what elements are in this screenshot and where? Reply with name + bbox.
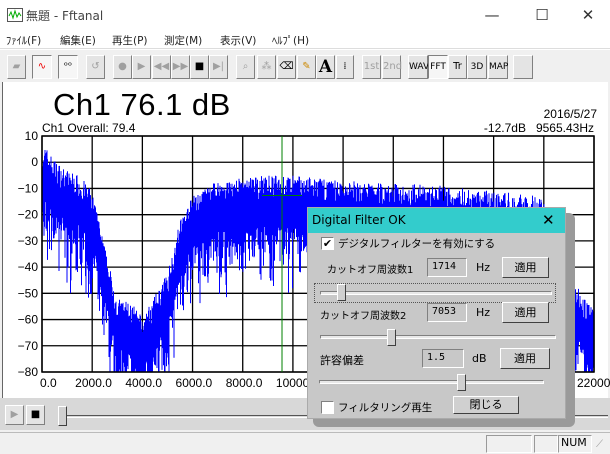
dialog-title: Digital Filter OK [312, 213, 406, 227]
text-icon[interactable]: A [316, 55, 335, 79]
menu-help[interactable]: ﾍﾙﾌﾟ(H) [272, 33, 309, 48]
menu-file[interactable]: ﾌｧｲﾙ(F) [6, 33, 41, 48]
enable-filter-label: デジタルフィルターを有効にする [338, 238, 496, 250]
date: 2016/5/27 [543, 107, 597, 121]
tr-button[interactable]: Tr [448, 55, 467, 79]
stop-icon[interactable]: ■ [190, 55, 209, 79]
menu-play[interactable]: 再生(P) [112, 33, 148, 48]
num-lock-indicator: NUM [558, 435, 592, 453]
x-tick-label: 2000.0 [75, 376, 112, 390]
glasses-icon[interactable]: ᵒᵒ [58, 55, 78, 79]
map-button[interactable]: MAP [488, 55, 508, 79]
menu-bar: ﾌｧｲﾙ(F) 編集(E) 再生(P) 測定(M) 表示(V) ﾍﾙﾌﾟ(H) [0, 30, 610, 49]
y-tick-label: −30 [18, 234, 39, 248]
enable-filter-checkbox[interactable]: ✔ [321, 237, 334, 250]
y-tick-label: −70 [18, 339, 39, 353]
dialog-title-bar[interactable]: Digital Filter OK ✕ [308, 208, 565, 233]
filter-playback-checkbox[interactable] [321, 401, 334, 414]
apply-cutoff1-button[interactable]: 適用 [502, 257, 549, 278]
brush-icon[interactable]: ⁂ [257, 55, 276, 79]
status-pane [534, 435, 558, 453]
y-tick-label: 0 [31, 155, 38, 169]
x-tick-label: 4000.0 [125, 376, 162, 390]
x-tick-label: 8000.0 [226, 376, 263, 390]
y-tick-label: 10 [25, 130, 39, 143]
menu-view[interactable]: 表示(V) [220, 33, 256, 48]
tolerance-input[interactable]: 1.5 [422, 349, 464, 368]
y-tick-label: −60 [18, 313, 39, 327]
cutoff1-label: カットオフ周波数1 [327, 265, 414, 276]
cutoff2-label: カットオフ周波数2 [320, 311, 407, 322]
fft-button[interactable]: FFT [428, 55, 448, 79]
minimize-button[interactable]: — [472, 4, 512, 26]
grid-icon[interactable]: ⁞ [336, 55, 354, 79]
cutoff1-input[interactable]: 1714 [427, 258, 467, 277]
status-bar: NUM ⟋ [0, 432, 610, 454]
toolbar: ▰ ∿ ᵒᵒ ↺ ● ▶ ◀◀ ▶▶ ■ ▶| ⌕ ⁂ ⌫ ✎ A ⁞ 1st … [0, 49, 610, 82]
close-button[interactable]: ✕ [568, 4, 608, 26]
stop-icon[interactable]: ■ [26, 405, 45, 425]
wav-button[interactable]: WAV [408, 55, 429, 79]
cutoff2-slider-thumb[interactable] [386, 329, 396, 346]
pencil-icon[interactable]: ✎ [297, 55, 316, 79]
waveform-icon[interactable]: ∿ [32, 55, 52, 79]
open-icon[interactable]: ▰ [7, 55, 26, 79]
second-button[interactable]: 2nd [382, 55, 402, 79]
y-tick-label: −20 [18, 208, 39, 222]
dialog-close-icon[interactable]: ✕ [542, 211, 555, 229]
cutoff1-slider-thumb[interactable] [336, 284, 346, 301]
tolerance-label: 許容偏差 [320, 354, 364, 367]
skip-icon[interactable]: ▶| [209, 55, 228, 79]
record-icon[interactable]: ● [113, 55, 132, 79]
menu-edit[interactable]: 編集(E) [60, 33, 96, 48]
3d-button[interactable]: 3D [467, 55, 487, 79]
window-title: 無題 - Fftanal [26, 9, 104, 23]
fast-forward-icon[interactable]: ▶▶ [171, 55, 190, 79]
y-tick-label: −50 [18, 286, 39, 300]
tolerance-slider[interactable] [319, 380, 544, 384]
x-tick-label: 6000.0 [176, 376, 213, 390]
play-icon[interactable]: ▶ [5, 405, 24, 425]
cutoff1-slider[interactable] [320, 291, 552, 295]
cutoff1-unit: Hz [476, 261, 491, 274]
x-tick-label: 0.0 [40, 376, 57, 390]
y-tick-label: −80 [18, 365, 39, 379]
app-icon [7, 8, 23, 22]
title-bar: 無題 - Fftanal — ☐ ✕ [0, 0, 610, 30]
eraser-icon[interactable]: ⌫ [277, 55, 296, 79]
tolerance-unit: dB [472, 352, 487, 365]
resize-grip-icon[interactable]: ⟋ [596, 439, 603, 450]
y-tick-label: −10 [18, 181, 39, 195]
maximize-button[interactable]: ☐ [522, 4, 562, 26]
apply-cutoff2-button[interactable]: 適用 [502, 302, 549, 323]
cutoff2-input[interactable]: 7053 [427, 303, 467, 322]
cutoff2-slider[interactable] [320, 335, 556, 339]
digital-filter-dialog: Digital Filter OK ✕ ✔ デジタルフィルターを有効にする カッ… [307, 207, 566, 419]
channel-level: Ch1 76.1 dB [53, 87, 231, 122]
position-thumb[interactable] [58, 406, 67, 426]
status-pane [486, 435, 532, 453]
x-tick-label: 22000. [577, 376, 610, 390]
apply-tolerance-button[interactable]: 適用 [500, 348, 550, 369]
undo-icon[interactable]: ↺ [86, 55, 105, 79]
dialog-close-button[interactable]: 閉じる [453, 396, 519, 414]
y-tick-label: −40 [18, 260, 39, 274]
extra-button[interactable] [513, 55, 533, 79]
first-button[interactable]: 1st [362, 55, 381, 79]
zoom-icon[interactable]: ⌕ [236, 55, 255, 79]
rewind-icon[interactable]: ◀◀ [152, 55, 171, 79]
cutoff2-unit: Hz [476, 306, 491, 319]
filter-playback-label: フィルタリング再生 [338, 402, 433, 414]
tolerance-slider-thumb[interactable] [456, 374, 466, 391]
play-icon[interactable]: ▶ [132, 55, 151, 79]
menu-measure[interactable]: 測定(M) [164, 33, 202, 48]
